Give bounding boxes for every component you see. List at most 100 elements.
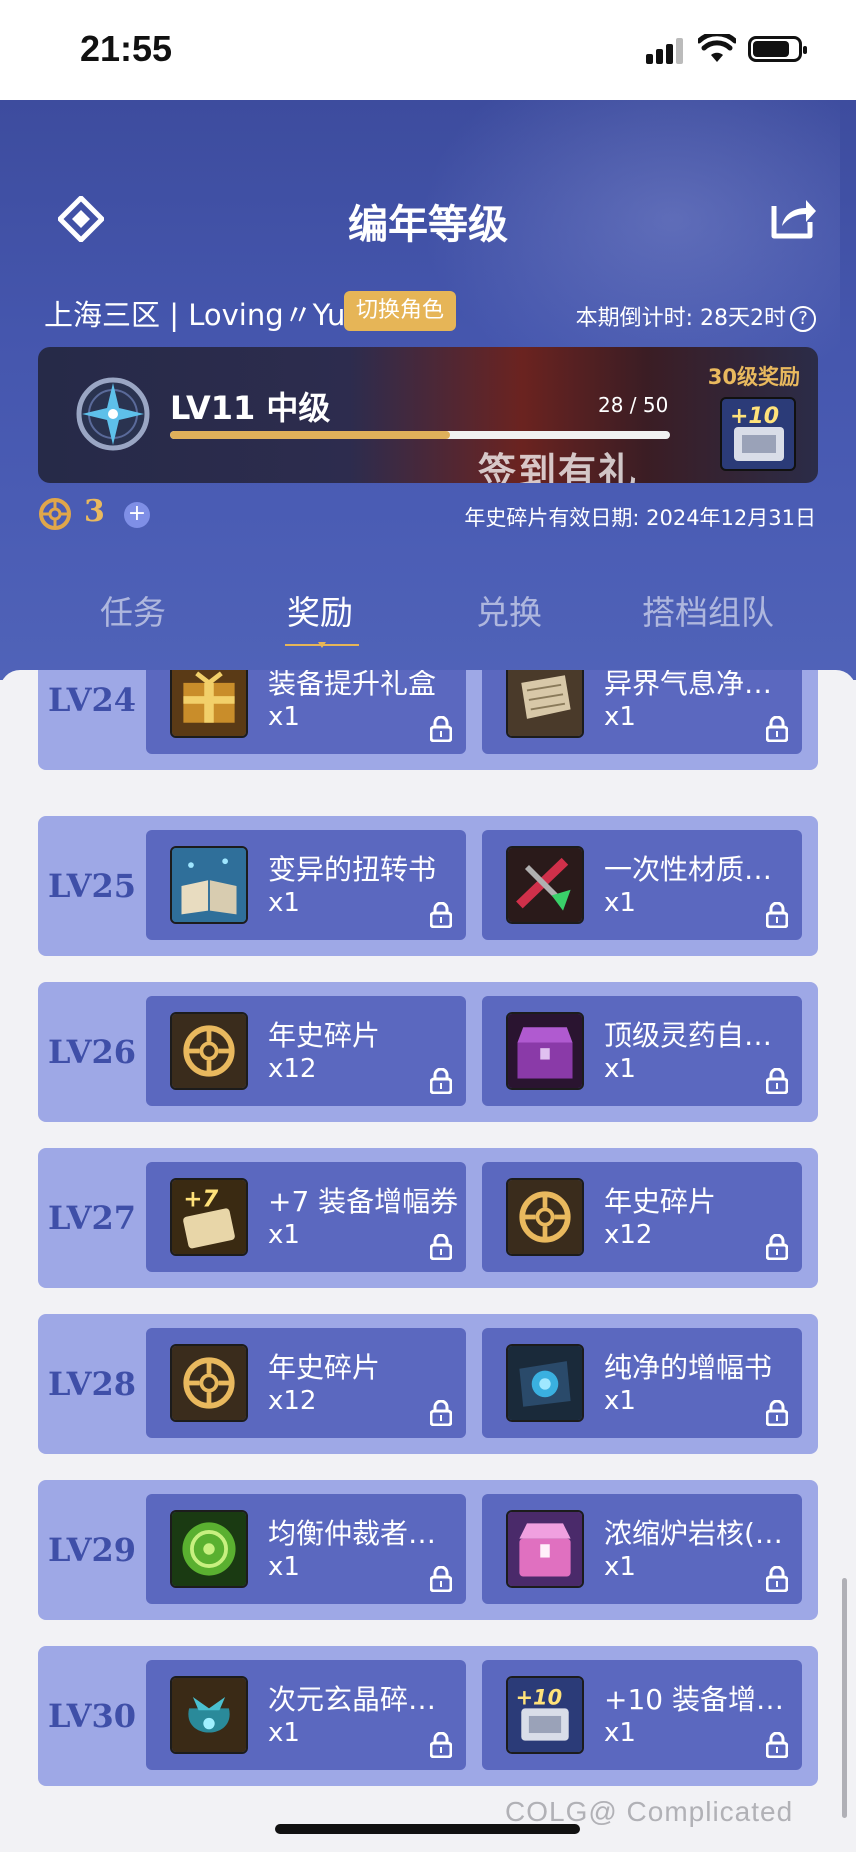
reward-row-lv28: LV28 年史碎片 x12 纯净的增幅书 x1 bbox=[38, 1314, 818, 1454]
reward-qty: x1 bbox=[268, 1552, 300, 1582]
reward-name: 年史碎片 bbox=[268, 1351, 381, 1384]
reward-name: 纯净的增幅书 bbox=[604, 1351, 773, 1384]
reward-qty: x1 bbox=[604, 1386, 636, 1416]
reward-item[interactable]: +7 +7 装备增幅券 x1 bbox=[146, 1162, 466, 1272]
reward-item[interactable]: 均衡仲裁者… x1 bbox=[146, 1494, 466, 1604]
help-icon[interactable]: ? bbox=[790, 306, 816, 332]
reward-list: LV24 装备提升礼盒 x1 异界气息净… x1 LV25 变异的扭转书 x1 … bbox=[0, 670, 856, 1852]
row-level-label: LV28 bbox=[47, 1365, 137, 1403]
tab-exchange[interactable]: 兑换 bbox=[476, 586, 542, 634]
lock-icon bbox=[766, 1234, 788, 1260]
box-icon bbox=[506, 1510, 584, 1588]
fragment-icon bbox=[170, 1012, 248, 1090]
gift-box-icon bbox=[170, 670, 248, 738]
ticket-icon: +7 bbox=[170, 1178, 248, 1256]
reward-qty: x1 bbox=[604, 702, 636, 732]
reward-item[interactable]: 年史碎片 x12 bbox=[146, 1328, 466, 1438]
reward-item[interactable]: 一次性材质… x1 bbox=[482, 830, 802, 940]
reward-row-lv30: LV30 次元玄晶碎… x1 +10 +10 装备增… x1 bbox=[38, 1646, 818, 1786]
reward-qty: x12 bbox=[268, 1386, 317, 1416]
plus10-ticket-icon[interactable]: +10 bbox=[720, 397, 796, 471]
reward-name: +7 装备增幅券 bbox=[268, 1185, 459, 1218]
reward-qty: x12 bbox=[604, 1220, 653, 1250]
page-title: 编年等级 bbox=[348, 202, 508, 248]
lock-icon bbox=[766, 1068, 788, 1094]
reward-name: 次元玄晶碎… bbox=[268, 1683, 437, 1716]
reward-name: 年史碎片 bbox=[604, 1185, 717, 1218]
reward-name: 顶级灵药自… bbox=[604, 1019, 773, 1052]
scrollbar[interactable] bbox=[842, 1578, 847, 1818]
scroll-icon bbox=[506, 670, 584, 738]
header: 编年等级 上海三区 | Loving〃Yu 切换角色 本期倒计时: 28天2时?… bbox=[0, 100, 856, 680]
reward-item[interactable]: 变异的扭转书 x1 bbox=[146, 830, 466, 940]
lock-icon bbox=[430, 1400, 452, 1426]
reward-item[interactable]: 次元玄晶碎… x1 bbox=[146, 1660, 466, 1770]
reward-qty: x12 bbox=[268, 1054, 317, 1084]
active-tab-indicator bbox=[285, 642, 359, 648]
chest-icon bbox=[506, 1012, 584, 1090]
lock-icon bbox=[430, 1234, 452, 1260]
reward-item[interactable]: 装备提升礼盒 x1 bbox=[146, 670, 466, 754]
reward-name: 年史碎片 bbox=[268, 1019, 381, 1052]
reward-qty: x1 bbox=[604, 888, 636, 918]
reward-name: 装备提升礼盒 bbox=[268, 670, 437, 700]
exp-progress-text: 28 / 50 bbox=[598, 393, 669, 417]
row-level-label: LV26 bbox=[47, 1033, 137, 1071]
lock-icon bbox=[430, 902, 452, 928]
reward-qty: x1 bbox=[268, 702, 300, 732]
cellular-signal-icon bbox=[646, 38, 688, 64]
lock-icon bbox=[766, 902, 788, 928]
reward-row-lv26: LV26 年史碎片 x12 顶级灵药自… x1 bbox=[38, 982, 818, 1122]
row-level-label: LV30 bbox=[47, 1697, 137, 1735]
reward-item[interactable]: 纯净的增幅书 x1 bbox=[482, 1328, 802, 1438]
fragment-icon bbox=[170, 1344, 248, 1422]
next-reward-label: 30级奖励 bbox=[707, 365, 800, 389]
row-level-label: LV25 bbox=[47, 867, 137, 905]
lock-icon bbox=[430, 1068, 452, 1094]
banner-text: 签到有礼 bbox=[478, 450, 639, 483]
countdown: 本期倒计时: 28天2时? bbox=[576, 300, 816, 332]
reward-item[interactable]: 年史碎片 x12 bbox=[482, 1162, 802, 1272]
pouch-icon bbox=[170, 1676, 248, 1754]
reward-name: 变异的扭转书 bbox=[268, 853, 437, 886]
status-time: 21:55 bbox=[80, 28, 173, 69]
fragment-count: 3 bbox=[84, 494, 105, 529]
lock-icon bbox=[430, 1732, 452, 1758]
lock-icon bbox=[766, 1732, 788, 1758]
reward-item[interactable]: 年史碎片 x12 bbox=[146, 996, 466, 1106]
reward-item[interactable]: +10 +10 装备增… x1 bbox=[482, 1660, 802, 1770]
ticket10-icon: +10 bbox=[506, 1676, 584, 1754]
reward-item[interactable]: 浓缩炉岩核(… x1 bbox=[482, 1494, 802, 1604]
reward-qty: x1 bbox=[604, 1054, 636, 1084]
add-fragment-button[interactable]: + bbox=[124, 502, 150, 528]
lock-icon bbox=[430, 1566, 452, 1592]
reward-qty: x1 bbox=[604, 1718, 636, 1748]
reward-item[interactable]: 异界气息净… x1 bbox=[482, 670, 802, 754]
reward-item[interactable]: 顶级灵药自… x1 bbox=[482, 996, 802, 1106]
exp-progress-fill bbox=[170, 431, 450, 439]
countdown-text: 本期倒计时: 28天2时 bbox=[575, 306, 786, 331]
reward-name: 一次性材质… bbox=[604, 853, 773, 886]
row-level-label: LV24 bbox=[47, 681, 137, 719]
lock-icon bbox=[766, 1566, 788, 1592]
lock-icon bbox=[766, 1400, 788, 1426]
tab-rewards[interactable]: 奖励 bbox=[287, 586, 353, 634]
reward-name: 浓缩炉岩核(… bbox=[604, 1517, 783, 1550]
wifi-icon bbox=[698, 34, 736, 62]
home-indicator[interactable] bbox=[275, 1824, 580, 1834]
reward-name: +10 装备增… bbox=[604, 1683, 784, 1716]
tab-partner-team[interactable]: 搭档组队 bbox=[642, 586, 774, 634]
share-icon[interactable] bbox=[768, 192, 818, 242]
switch-role-button[interactable]: 切换角色 bbox=[344, 291, 457, 331]
amplify-book-icon bbox=[506, 1344, 584, 1422]
lock-icon bbox=[430, 716, 452, 742]
reward-qty: x1 bbox=[604, 1552, 636, 1582]
book-icon bbox=[170, 846, 248, 924]
tab-tasks[interactable]: 任务 bbox=[100, 586, 166, 634]
compass-emblem-icon bbox=[76, 377, 150, 451]
svg-text:+7: +7 bbox=[183, 1187, 218, 1213]
exp-progress-bar bbox=[170, 431, 670, 439]
fragment-coin-icon bbox=[39, 498, 71, 530]
level-card: LV11 中级 28 / 50 签到有礼 30级奖励 +10 bbox=[38, 347, 818, 483]
reward-qty: x1 bbox=[268, 888, 300, 918]
